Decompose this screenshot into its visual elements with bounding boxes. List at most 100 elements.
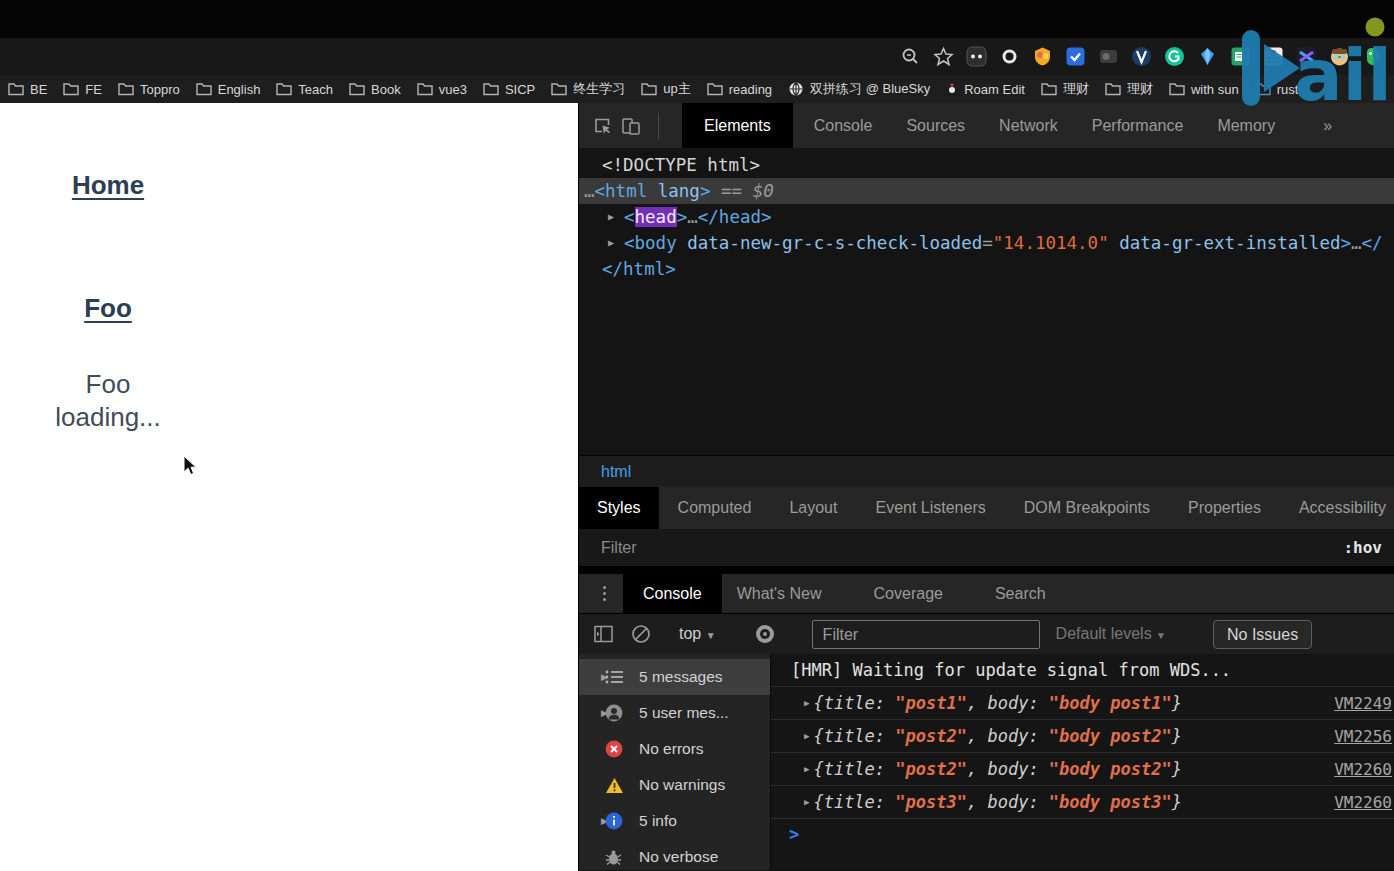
extension-icon[interactable] bbox=[999, 46, 1020, 67]
sidebar-filter-all-messages[interactable]: ▶5 messages bbox=[579, 659, 770, 695]
expand-arrow-icon[interactable]: ▶ bbox=[579, 708, 605, 718]
tab-layout[interactable]: Layout bbox=[770, 487, 856, 529]
bookmark-folder[interactable]: Toppro bbox=[118, 82, 180, 97]
tab-memory[interactable]: Memory bbox=[1200, 103, 1292, 148]
sidebar-filter-verbose[interactable]: No verbose bbox=[579, 839, 770, 870]
warning-icon bbox=[605, 777, 624, 794]
expand-arrow-icon[interactable]: ▶ bbox=[579, 816, 605, 826]
source-link[interactable]: VM2260 bbox=[1334, 760, 1392, 779]
globe-icon bbox=[788, 81, 804, 97]
source-link[interactable]: VM2256 bbox=[1334, 727, 1392, 746]
extension-icon[interactable] bbox=[1329, 46, 1350, 67]
extension-icon[interactable] bbox=[1065, 46, 1086, 67]
drawer-tab-coverage[interactable]: Coverage bbox=[859, 574, 958, 613]
more-tabs-button[interactable]: » bbox=[1306, 103, 1349, 148]
bookmark-folder[interactable]: vue3 bbox=[417, 82, 467, 97]
dom-node-body[interactable]: ▶<body data-new-gr-c-s-check-loaded="14.… bbox=[579, 230, 1394, 256]
console-message-object[interactable]: ▶{title: "post3", body: "body post3"}VM2… bbox=[771, 786, 1394, 819]
bookmark-folder[interactable]: SICP bbox=[483, 82, 535, 97]
sidebar-filter-info[interactable]: ▶5 info bbox=[579, 803, 770, 839]
tab-event-listeners[interactable]: Event Listeners bbox=[856, 487, 1004, 529]
tab-dom-breakpoints[interactable]: DOM Breakpoints bbox=[1005, 487, 1169, 529]
tab-computed[interactable]: Computed bbox=[659, 487, 771, 529]
source-link[interactable]: VM2249 bbox=[1334, 694, 1392, 713]
expand-arrow-icon[interactable]: ▶ bbox=[579, 672, 605, 682]
dom-node-head[interactable]: ▶<head>…</head> bbox=[579, 204, 1394, 230]
extension-icon[interactable] bbox=[1263, 46, 1284, 67]
bookmark-folder[interactable]: English bbox=[196, 82, 261, 97]
dom-node-doctype[interactable]: <!DOCTYPE html> bbox=[579, 152, 1394, 178]
console-prompt[interactable]: > bbox=[771, 819, 1394, 849]
console-message-object[interactable]: ▶{title: "post1", body: "body post1"}VM2… bbox=[771, 687, 1394, 720]
expand-arrow-icon[interactable]: ▶ bbox=[804, 698, 809, 708]
sidebar-filter-warnings[interactable]: No warnings bbox=[579, 767, 770, 803]
bookmark-folder[interactable]: up主 bbox=[641, 80, 690, 98]
drawer-tab-console[interactable]: Console bbox=[623, 574, 722, 613]
sidebar-filter-user-messages[interactable]: ▶5 user mes... bbox=[579, 695, 770, 731]
bookmark-item[interactable]: 双拼练习 @ BlueSky bbox=[788, 80, 930, 98]
roam-icon bbox=[946, 82, 958, 96]
extension-icon[interactable] bbox=[1164, 46, 1185, 67]
sidebar-filter-errors[interactable]: No errors bbox=[579, 731, 770, 767]
extension-icon[interactable] bbox=[1296, 46, 1317, 67]
dom-node-html-selected[interactable]: …<html lang> == $0 bbox=[579, 178, 1394, 204]
extension-icon[interactable] bbox=[1362, 46, 1383, 67]
console-message-object[interactable]: ▶{title: "post2", body: "body post2"}VM2… bbox=[771, 720, 1394, 753]
console-filter-input[interactable]: Filter bbox=[812, 620, 1040, 649]
tab-styles[interactable]: Styles bbox=[579, 487, 659, 529]
hov-toggle[interactable]: :hov bbox=[1343, 538, 1382, 557]
expand-arrow-icon[interactable]: ▶ bbox=[804, 731, 809, 741]
drawer-menu-icon[interactable] bbox=[603, 586, 609, 601]
zoom-icon[interactable] bbox=[900, 46, 921, 67]
tab-console[interactable]: Console bbox=[797, 103, 890, 148]
bookmark-star-icon[interactable] bbox=[933, 46, 954, 67]
live-expression-eye-icon[interactable] bbox=[754, 623, 776, 645]
tab-sources[interactable]: Sources bbox=[889, 103, 982, 148]
styles-filter-input[interactable]: Filter bbox=[601, 539, 637, 557]
inspect-element-icon[interactable] bbox=[593, 116, 613, 136]
expand-arrow-icon[interactable]: ▶ bbox=[608, 230, 614, 256]
foo-link[interactable]: Foo bbox=[0, 293, 216, 324]
log-levels-dropdown[interactable]: Default levels ▼ bbox=[1056, 625, 1166, 643]
tab-accessibility[interactable]: Accessibility bbox=[1280, 487, 1394, 529]
bookmark-folder[interactable]: 理财 bbox=[1041, 80, 1089, 98]
tab-properties[interactable]: Properties bbox=[1169, 487, 1280, 529]
tab-performance[interactable]: Performance bbox=[1075, 103, 1201, 148]
bookmark-folder[interactable]: Teach bbox=[276, 82, 333, 97]
extension-icon[interactable] bbox=[1197, 46, 1218, 67]
extension-icon[interactable] bbox=[1131, 46, 1152, 67]
bookmark-folder[interactable]: Book bbox=[349, 82, 401, 97]
dom-node-html-close[interactable]: </html> bbox=[579, 256, 1394, 282]
console-message-object[interactable]: ▶{title: "post2", body: "body post2"}VM2… bbox=[771, 753, 1394, 786]
extension-icon[interactable] bbox=[966, 46, 987, 67]
bookmark-folder[interactable]: reading bbox=[707, 82, 772, 97]
expand-arrow-icon[interactable]: ▶ bbox=[804, 797, 809, 807]
home-link[interactable]: Home bbox=[0, 170, 216, 201]
clear-console-icon[interactable] bbox=[631, 624, 651, 644]
bookmark-folder[interactable]: rust bbox=[1255, 82, 1299, 97]
mouse-cursor bbox=[183, 455, 197, 477]
drawer-tab-search[interactable]: Search bbox=[980, 574, 1061, 613]
drawer-tab-whats-new[interactable]: What's New bbox=[722, 574, 837, 613]
no-issues-button[interactable]: No Issues bbox=[1213, 620, 1312, 649]
extension-icon[interactable] bbox=[1032, 46, 1053, 67]
bookmark-folder[interactable]: 终生学习 bbox=[551, 80, 625, 98]
console-sidebar-toggle-icon[interactable] bbox=[594, 625, 614, 643]
device-toolbar-icon[interactable] bbox=[621, 116, 642, 136]
bookmark-folder[interactable]: 理财 bbox=[1105, 80, 1153, 98]
extension-icon[interactable] bbox=[1098, 46, 1119, 67]
source-link[interactable]: VM2260 bbox=[1334, 793, 1392, 812]
expand-arrow-icon[interactable]: ▶ bbox=[804, 764, 809, 774]
extension-icon[interactable] bbox=[1230, 46, 1251, 67]
console-context-selector[interactable]: top ▼ bbox=[679, 625, 716, 643]
bookmark-folder[interactable]: with sun bbox=[1169, 82, 1239, 97]
expand-arrow-icon[interactable]: ▶ bbox=[608, 204, 614, 230]
bookmark-folder[interactable]: FE bbox=[63, 82, 102, 97]
bookmark-folder[interactable]: BE bbox=[8, 82, 47, 97]
tab-network[interactable]: Network bbox=[982, 103, 1075, 148]
console-toolbar: top ▼ Filter Default levels ▼ No Issues bbox=[579, 613, 1394, 654]
console-sidebar: ▶5 messages ▶5 user mes... No errors No … bbox=[579, 654, 771, 870]
bookmark-item[interactable]: Roam Edit bbox=[946, 82, 1025, 97]
breadcrumb-html[interactable]: html bbox=[601, 463, 631, 480]
tab-elements[interactable]: Elements bbox=[682, 103, 793, 148]
